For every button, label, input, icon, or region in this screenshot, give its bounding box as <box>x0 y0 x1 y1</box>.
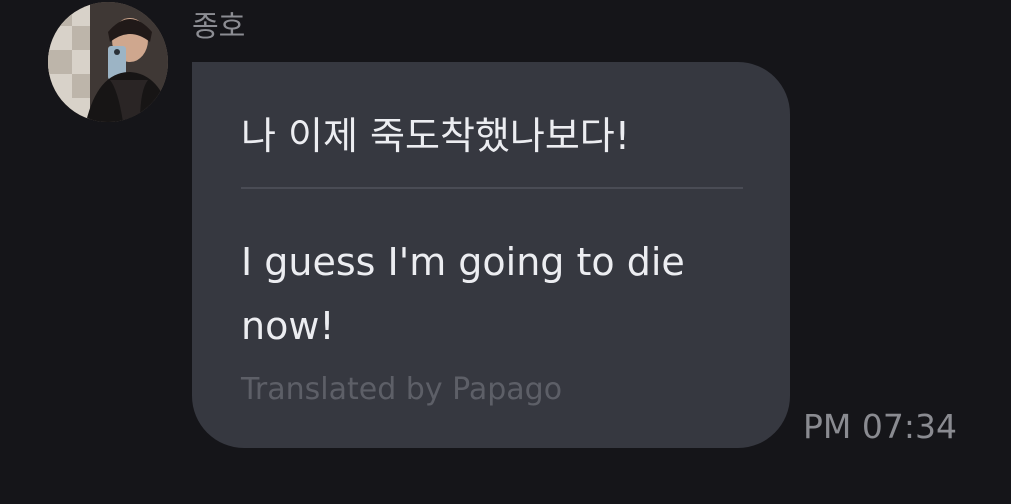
sender-avatar[interactable] <box>48 2 168 122</box>
translation-divider <box>241 187 743 189</box>
profile-photo-icon <box>48 2 168 122</box>
original-message-text: 나 이제 죽도착했나보다! <box>241 114 630 158</box>
message-timestamp: PM 07:34 <box>803 407 957 446</box>
translator-credit: Translated by Papago <box>241 372 563 407</box>
translated-message-text: I guess I'm going to die now! <box>241 240 685 348</box>
message-bubble[interactable]: 나 이제 죽도착했나보다! I guess I'm going to die n… <box>192 62 790 448</box>
sender-name: 종호 <box>192 9 246 43</box>
